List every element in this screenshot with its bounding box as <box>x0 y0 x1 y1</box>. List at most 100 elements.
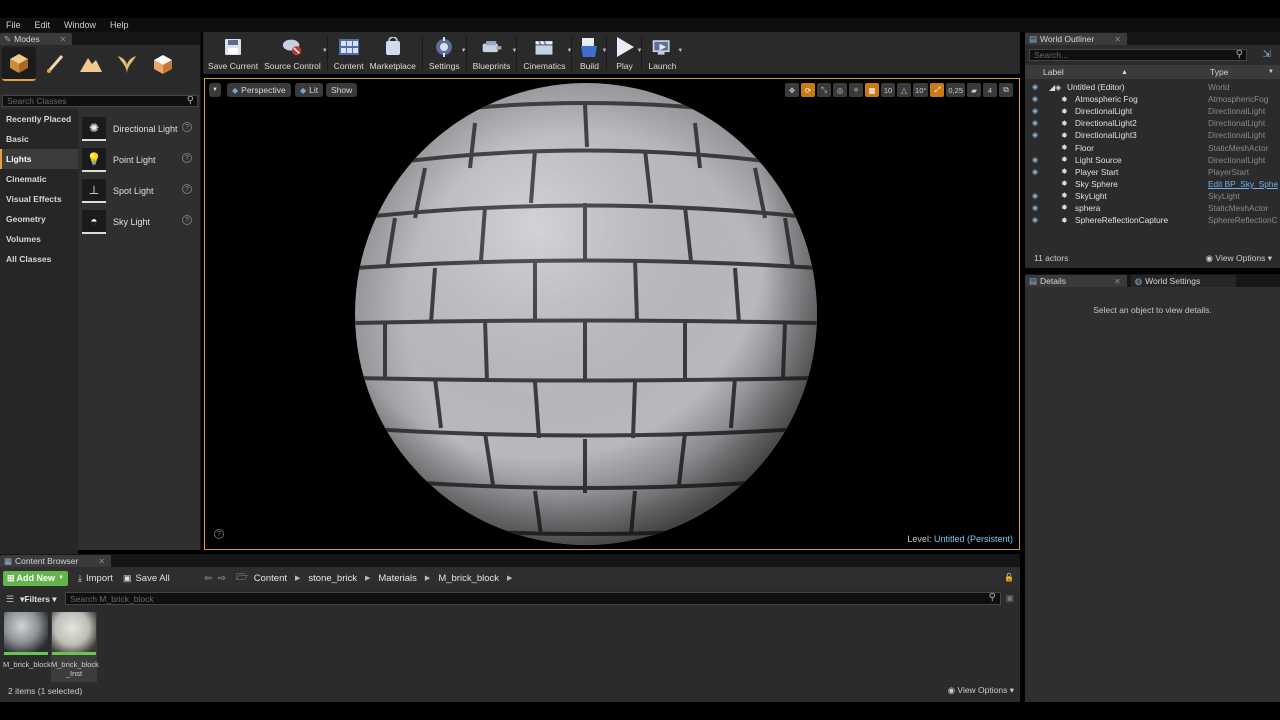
menu-file[interactable]: File <box>6 20 21 30</box>
category-cinematic[interactable]: Cinematic <box>0 169 78 189</box>
help-icon[interactable]: ? <box>182 153 192 163</box>
close-icon[interactable]: ✕ <box>98 557 105 566</box>
content-search-input[interactable]: Search M_brick_block ⚲ <box>65 592 1001 605</box>
grid-snap-value[interactable]: 10 <box>881 83 896 97</box>
scale-icon[interactable]: ⤡ <box>817 83 832 97</box>
chevron-down-icon[interactable]: ▼ <box>567 48 573 54</box>
viewport-options-button[interactable]: ▼ <box>209 83 221 97</box>
lit-button[interactable]: ◆ Lit <box>295 83 324 97</box>
content-button[interactable]: Content <box>331 32 367 74</box>
visibility-eye-icon[interactable]: ◉ <box>1032 192 1038 200</box>
chevron-down-icon[interactable]: ▼ <box>677 48 683 54</box>
category-recently-placed[interactable]: Recently Placed <box>0 109 78 129</box>
outliner-row[interactable]: ◉ ✸ DirectionalLight DirectionalLight <box>1025 105 1280 117</box>
outliner-search-input[interactable]: Search... ⚲ <box>1029 49 1247 61</box>
visibility-eye-icon[interactable]: ◉ <box>1032 83 1038 91</box>
play-button[interactable]: Play ▼ <box>610 32 642 74</box>
breadcrumb-stone-brick[interactable]: stone_brick <box>308 573 357 584</box>
category-lights[interactable]: Lights <box>0 149 78 169</box>
surface-snap-icon[interactable]: ⟡ <box>849 83 864 97</box>
forward-icon[interactable]: ⇨ <box>218 573 226 584</box>
help-icon[interactable]: ? <box>182 122 192 132</box>
breadcrumb-m-brick-block[interactable]: M_brick_block <box>438 573 499 584</box>
filter-view-icon[interactable]: ☰ <box>6 594 14 605</box>
add-filter-icon[interactable]: ⇲ <box>1263 49 1271 60</box>
label-column-header[interactable]: Label <box>1043 67 1064 77</box>
place-point-light[interactable]: 💡 Point Light ? <box>78 144 200 175</box>
scale-snap-value[interactable]: 0,25 <box>946 83 965 97</box>
help-icon[interactable]: ? <box>182 184 192 194</box>
chevron-down-icon[interactable]: ▼ <box>1268 69 1274 75</box>
asset-tile[interactable]: M_brick_block <box>3 612 51 669</box>
show-button[interactable]: Show <box>326 83 358 97</box>
import-button[interactable]: ⤓ Import <box>78 573 113 584</box>
chevron-down-icon[interactable]: ▼ <box>511 48 517 54</box>
save-search-icon[interactable]: ▣ <box>1005 593 1014 604</box>
paint-mode-icon[interactable] <box>38 47 72 81</box>
outliner-row[interactable]: ◉ ✸ DirectionalLight3 DirectionalLight <box>1025 129 1280 141</box>
chevron-right-icon[interactable]: ▶ <box>507 574 512 582</box>
visibility-eye-icon[interactable]: ◉ <box>1032 204 1038 212</box>
chevron-right-icon[interactable]: ▶ <box>425 574 430 582</box>
asset-tile-selected[interactable]: M_brick_block _Inst <box>51 612 99 682</box>
world-local-icon[interactable]: ◎ <box>833 83 848 97</box>
lock-icon[interactable]: 🔓 <box>1004 573 1014 582</box>
grid-snap-icon[interactable]: ▦ <box>865 83 880 97</box>
category-visual-effects[interactable]: Visual Effects <box>0 189 78 209</box>
category-geometry[interactable]: Geometry <box>0 209 78 229</box>
perspective-button[interactable]: ◆ Perspective <box>227 83 291 97</box>
maximize-icon[interactable]: ⧉ <box>999 83 1013 97</box>
visibility-eye-icon[interactable]: ◉ <box>1032 107 1038 115</box>
tab-details[interactable]: ▤ Details ✕ <box>1025 275 1127 287</box>
chevron-right-icon[interactable]: ▶ <box>365 574 370 582</box>
outliner-row[interactable]: ◉ ✸ SphereReflectionCapture SphereReflectio… <box>1025 214 1280 226</box>
menu-help[interactable]: Help <box>110 20 129 30</box>
search-classes-input[interactable]: Search Classes ⚲ <box>2 95 198 107</box>
launch-button[interactable]: Launch ▼ <box>645 32 683 74</box>
close-icon[interactable]: ✕ <box>1114 277 1121 286</box>
outliner-row[interactable]: ◉ ✸ Atmospheric Fog AtmosphericFog <box>1025 93 1280 105</box>
category-all-classes[interactable]: All Classes <box>0 249 78 269</box>
help-icon[interactable]: ? <box>214 529 224 539</box>
type-column-header[interactable]: Type <box>1210 67 1228 77</box>
add-new-button[interactable]: ⊞ Add New ▼ <box>3 570 69 586</box>
folder-icon[interactable]: 🗁 <box>236 570 248 586</box>
outliner-row[interactable]: ◉ ◢◈ Untitled (Editor) World <box>1025 81 1280 93</box>
visibility-eye-icon[interactable]: ◉ <box>1032 216 1038 224</box>
outliner-row[interactable]: ◉ ✸ sphera StaticMeshActor <box>1025 202 1280 214</box>
settings-button[interactable]: Settings ▼ <box>426 32 467 74</box>
save-current-button[interactable]: Save Current <box>205 32 261 74</box>
visibility-eye-icon[interactable]: ◉ <box>1032 156 1038 164</box>
scale-snap-icon[interactable]: ⤢ <box>930 83 945 97</box>
camera-speed-icon[interactable]: ▰ <box>967 83 981 97</box>
visibility-eye-icon[interactable]: ◉ <box>1032 168 1038 176</box>
cinematics-button[interactable]: Cinematics ▼ <box>520 32 572 74</box>
foliage-mode-icon[interactable] <box>110 47 144 81</box>
chevron-down-icon[interactable]: ▼ <box>461 48 467 54</box>
source-control-button[interactable]: Source Control ▼ <box>261 32 328 74</box>
build-button[interactable]: Build ▼ <box>575 32 607 74</box>
place-spot-light[interactable]: ⊥ Spot Light ? <box>78 175 200 206</box>
close-icon[interactable]: ✕ <box>1114 35 1121 44</box>
category-basic[interactable]: Basic <box>0 129 78 149</box>
tab-content-browser[interactable]: ▦ Content Browser ✕ <box>0 555 112 567</box>
close-icon[interactable]: ✕ <box>60 35 67 44</box>
category-volumes[interactable]: Volumes <box>0 229 78 249</box>
menu-edit[interactable]: Edit <box>35 20 51 30</box>
visibility-eye-icon[interactable]: ◉ <box>1032 119 1038 127</box>
tab-world-outliner[interactable]: ▤ World Outliner ✕ <box>1025 33 1127 45</box>
tab-modes[interactable]: ✎ Modes ✕ <box>0 33 73 45</box>
place-sky-light[interactable]: ◓ Sky Light ? <box>78 206 200 237</box>
outliner-row[interactable]: ◉ ✸ SkyLight SkyLight <box>1025 190 1280 202</box>
filters-button[interactable]: ▾Filters ▾ <box>20 594 56 605</box>
place-mode-icon[interactable] <box>2 47 36 81</box>
outliner-row[interactable]: ◉ ✸ Light Source DirectionalLight <box>1025 154 1280 166</box>
chevron-down-icon[interactable]: ▼ <box>322 48 328 54</box>
visibility-eye-icon[interactable]: ◉ <box>1032 95 1038 103</box>
geometry-mode-icon[interactable] <box>146 47 180 81</box>
help-icon[interactable]: ? <box>182 215 192 225</box>
chevron-down-icon[interactable]: ▼ <box>637 48 643 54</box>
menu-window[interactable]: Window <box>64 20 96 30</box>
content-view-options-button[interactable]: ◉ View Options ▾ <box>948 685 1014 696</box>
tab-world-settings[interactable]: ◍ World Settings <box>1130 275 1237 287</box>
